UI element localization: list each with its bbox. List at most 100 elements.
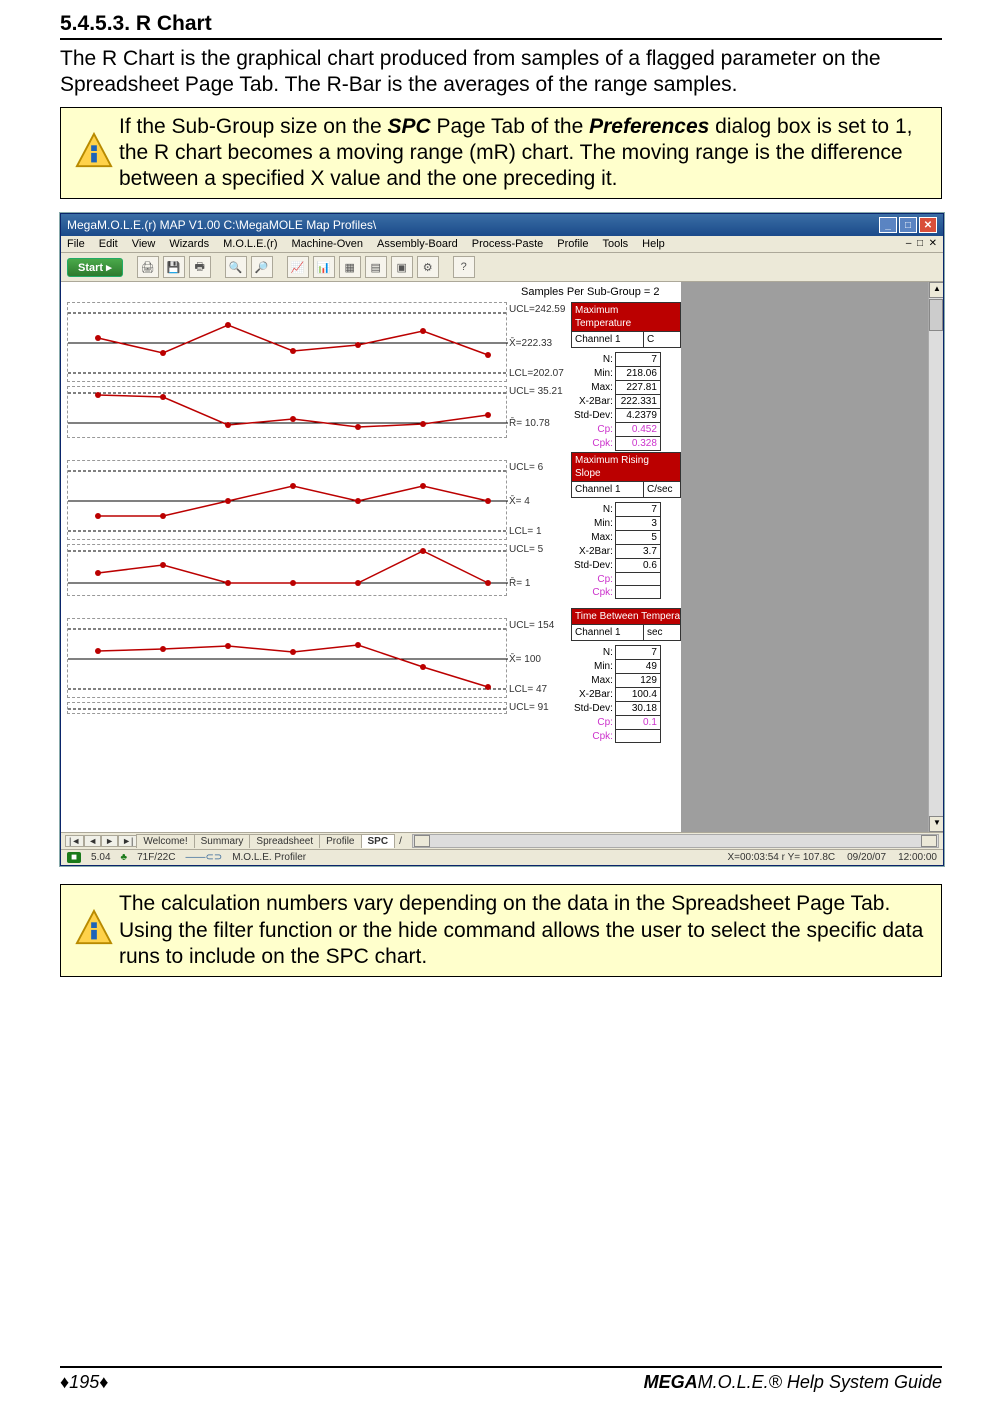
center-label-2: R̄= 10.78 — [509, 418, 550, 429]
info-text-1: If the Sub-Group size on the SPC Page Ta… — [119, 114, 931, 193]
section-title: 5.4.5.3. R Chart — [60, 12, 942, 40]
status-date: 09/20/07 — [847, 852, 886, 863]
t1: If the Sub-Group size on the — [119, 115, 388, 138]
app-window: MegaM.O.L.E.(r) MAP V1.00 C:\MegaMOLE Ma… — [60, 213, 944, 866]
chart-r-1 — [67, 386, 507, 438]
unit-label: sec — [644, 625, 680, 640]
chart-xbar-1 — [67, 302, 507, 382]
status-time: 12:00:00 — [898, 852, 937, 863]
menu-profile[interactable]: Profile — [557, 238, 588, 250]
window-title: MegaM.O.L.E.(r) MAP V1.00 C:\MegaMOLE Ma… — [67, 218, 376, 232]
stat-x2bar: 222.331 — [615, 395, 660, 409]
ucl-label-2: UCL= 35.21 — [509, 386, 563, 397]
ucl-label-5: UCL= 154 — [509, 620, 554, 631]
minimize-button[interactable]: _ — [879, 217, 897, 233]
tab-nav-next[interactable]: ► — [101, 835, 118, 847]
menubar: File Edit View Wizards M.O.L.E.(r) Machi… — [61, 236, 943, 253]
stat-max: 227.81 — [615, 381, 660, 395]
status-profiler: M.O.L.E. Profiler — [232, 852, 306, 863]
channel-label: Channel 1 — [572, 482, 644, 497]
lcl-label-5: LCL= 47 — [509, 684, 547, 695]
toolbar: Start ▸ 🖨 💾 🖶 🔍 🔎 📈 📊 ▦ ▤ ▣ ⚙ ? — [61, 253, 943, 282]
toolbar-icon[interactable]: 🖨 — [137, 256, 159, 278]
titlebar: MegaM.O.L.E.(r) MAP V1.00 C:\MegaMOLE Ma… — [61, 214, 943, 236]
tab-nav-prev[interactable]: ◄ — [84, 835, 101, 847]
ucl-label-3: UCL= 6 — [509, 462, 543, 473]
horizontal-scrollbar[interactable] — [412, 834, 939, 848]
stats-panel-2: Maximum Rising Slope Channel 1 C/sec N:7… — [571, 452, 681, 599]
center-label-4: R̄= 1 — [509, 578, 530, 589]
stat-n: 7 — [615, 503, 660, 517]
status-xy: X=00:03:54 r Y= 107.8C — [727, 852, 835, 863]
help-icon[interactable]: ? — [453, 256, 475, 278]
vertical-scrollbar[interactable]: ▲ ▼ — [928, 282, 943, 832]
stats-panel-1: Maximum Temperature Channel 1 C N:7 Min:… — [571, 302, 681, 451]
guide-rest: M.O.L.E.® Help System Guide — [698, 1372, 942, 1392]
toolbar-icon[interactable]: ▦ — [339, 256, 361, 278]
menu-machine-oven[interactable]: Machine-Oven — [291, 238, 363, 250]
toolbar-icon[interactable]: 📊 — [313, 256, 335, 278]
toolbar-icon[interactable]: 📈 — [287, 256, 309, 278]
menu-process-paste[interactable]: Process-Paste — [472, 238, 544, 250]
samples-per-subgroup-label: Samples Per Sub-Group = 2 — [521, 286, 660, 298]
menu-tools[interactable]: Tools — [602, 238, 628, 250]
guide-title: MEGAM.O.L.E.® Help System Guide — [644, 1372, 942, 1393]
t4: Preferences — [589, 115, 709, 138]
unit-label: C/sec — [644, 482, 680, 497]
maximize-button[interactable]: □ — [899, 217, 917, 233]
center-label-5: X̄= 100 — [509, 654, 541, 665]
chart-area: Samples Per Sub-Group = 2 UCL=242.59 X̄=… — [61, 282, 943, 832]
stat-max: 129 — [615, 674, 660, 688]
tab-nav-first[interactable]: |◄ — [65, 835, 84, 847]
toolbar-icon[interactable]: ⚙ — [417, 256, 439, 278]
toolbar-icon[interactable]: ▣ — [391, 256, 413, 278]
tab-summary[interactable]: Summary — [194, 834, 251, 848]
statusbar: ■ 5.04 ♣ 71F/22C ——⊂⊃ M.O.L.E. Profiler … — [61, 849, 943, 865]
tab-nav-last[interactable]: ►| — [118, 835, 137, 847]
menu-view[interactable]: View — [132, 238, 156, 250]
status-val: 5.04 — [91, 852, 110, 863]
tab-welcome[interactable]: Welcome! — [136, 834, 194, 848]
menu-help[interactable]: Help — [642, 238, 665, 250]
menu-edit[interactable]: Edit — [99, 238, 118, 250]
empty-gray-area — [681, 282, 931, 832]
close-button[interactable]: ✕ — [919, 217, 937, 233]
stat-max: 5 — [615, 531, 660, 545]
scroll-thumb[interactable] — [929, 299, 943, 331]
tab-spc[interactable]: SPC — [361, 834, 396, 848]
lcl-label-3: LCL= 1 — [509, 526, 542, 537]
ucl-label-4: UCL= 5 — [509, 544, 543, 555]
chart-xbar-3 — [67, 618, 507, 698]
menu-wizards[interactable]: Wizards — [169, 238, 209, 250]
lcl-label-1: LCL=202.07 — [509, 368, 564, 379]
tab-strip: |◄ ◄ ► ►| Welcome! Summary Spreadsheet P… — [61, 832, 943, 849]
zoom-out-icon[interactable]: 🔎 — [251, 256, 273, 278]
stats-title-3: Time Between Temperature Rel — [571, 608, 681, 625]
scroll-down-icon[interactable]: ▼ — [929, 816, 943, 832]
toolbar-icon[interactable]: 💾 — [163, 256, 185, 278]
menu-file[interactable]: File — [67, 238, 85, 250]
intro-text: The R Chart is the graphical chart produ… — [60, 46, 942, 99]
stat-std: 0.6 — [615, 559, 660, 573]
stat-min: 49 — [615, 660, 660, 674]
tab-spreadsheet[interactable]: Spreadsheet — [249, 834, 320, 848]
stat-x2bar: 3.7 — [615, 545, 660, 559]
toolbar-icon[interactable]: ▤ — [365, 256, 387, 278]
info-text-2: The calculation numbers vary depending o… — [119, 891, 931, 970]
stat-std: 30.18 — [615, 702, 660, 716]
stat-cp: 0.1 — [615, 716, 660, 730]
doc-close-buttons[interactable]: – □ ✕ — [906, 238, 937, 250]
tab-profile[interactable]: Profile — [319, 834, 361, 848]
ucl-label-1: UCL=242.59 — [509, 304, 565, 315]
menu-mole[interactable]: M.O.L.E.(r) — [223, 238, 277, 250]
stat-cp: 0.452 — [615, 423, 660, 437]
toolbar-icon[interactable]: 🖶 — [189, 256, 211, 278]
stat-x2bar: 100.4 — [615, 688, 660, 702]
menu-assembly-board[interactable]: Assembly-Board — [377, 238, 458, 250]
stat-cpk — [615, 586, 660, 599]
scroll-up-icon[interactable]: ▲ — [929, 282, 943, 298]
chart-r-2 — [67, 544, 507, 596]
start-button[interactable]: Start ▸ — [67, 258, 123, 277]
zoom-in-icon[interactable]: 🔍 — [225, 256, 247, 278]
center-label-3: X̄= 4 — [509, 496, 530, 507]
